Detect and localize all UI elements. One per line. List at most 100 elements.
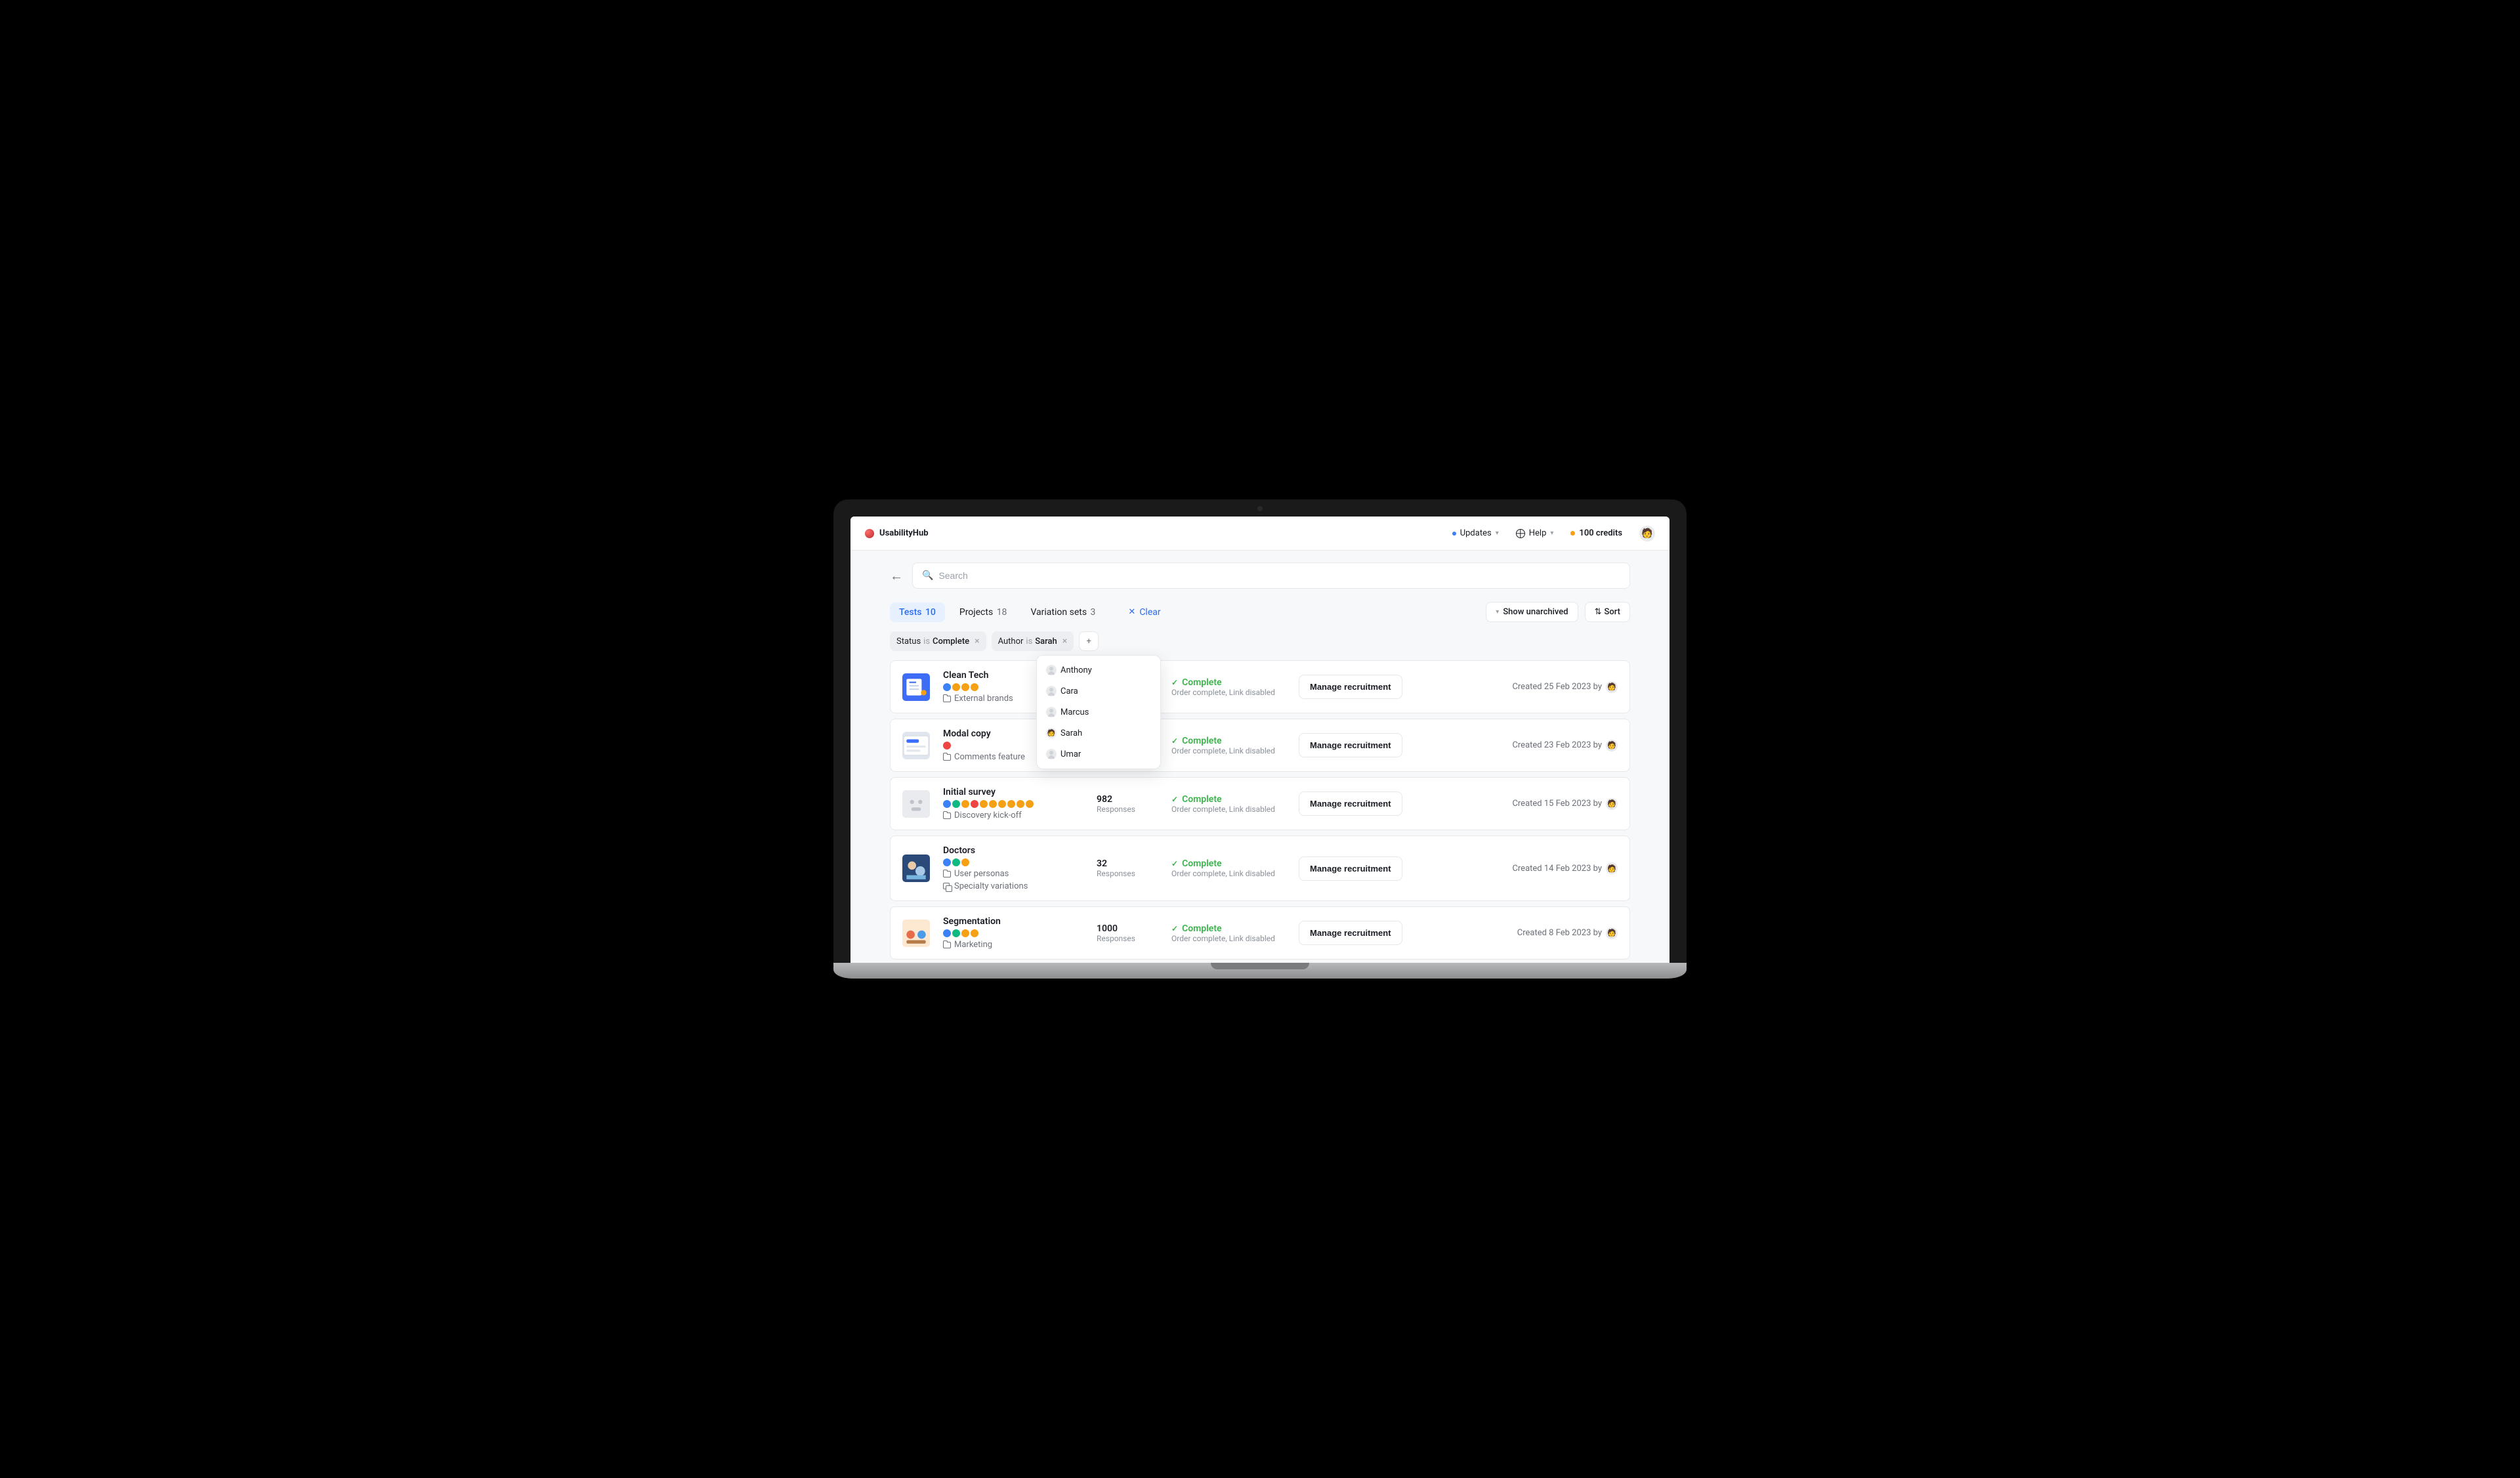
cta-col: Manage recruitment bbox=[1299, 792, 1404, 816]
filter-chip-author[interactable]: Author is Sarah × bbox=[992, 631, 1074, 651]
created-col: Created 8 Feb 2023 by 🧑 bbox=[1413, 927, 1618, 939]
sort-button[interactable]: ⇅ Sort bbox=[1585, 602, 1630, 622]
test-thumbnail bbox=[902, 919, 930, 947]
author-option[interactable]: Umar bbox=[1037, 744, 1160, 765]
search-input[interactable] bbox=[938, 570, 1620, 581]
responses-label: Responses bbox=[1097, 869, 1162, 878]
nav-updates[interactable]: Updates ▾ bbox=[1452, 528, 1499, 538]
created-col: Created 23 Feb 2023 by 🧑 bbox=[1413, 740, 1618, 751]
test-title: Initial survey bbox=[943, 787, 1087, 797]
clear-label: Clear bbox=[1139, 607, 1160, 618]
back-arrow-icon[interactable]: ← bbox=[890, 568, 903, 584]
author-option[interactable]: Marcus bbox=[1037, 702, 1160, 723]
test-type-icon bbox=[943, 858, 951, 866]
credits-dot-icon bbox=[1570, 531, 1575, 536]
manage-recruitment-button[interactable]: Manage recruitment bbox=[1299, 792, 1402, 816]
created-text: Created 8 Feb 2023 by bbox=[1517, 928, 1602, 938]
test-card[interactable]: Segmentation Marketing 1000 Responses ✓ … bbox=[890, 906, 1630, 960]
caret-down-icon: ▾ bbox=[1496, 608, 1499, 616]
folder-icon bbox=[943, 871, 951, 877]
folder-label: Marketing bbox=[954, 940, 992, 950]
author-option[interactable]: Anthony bbox=[1037, 660, 1160, 681]
tab-tests[interactable]: Tests 10 bbox=[890, 602, 945, 622]
clear-filters[interactable]: ✕ Clear bbox=[1128, 607, 1160, 618]
status-col: ✓ Complete Order complete, Link disabled bbox=[1171, 677, 1290, 697]
created-text: Created 14 Feb 2023 by bbox=[1512, 864, 1602, 874]
test-type-icon bbox=[1017, 800, 1024, 808]
test-card[interactable]: Doctors User personas Specialty variatio… bbox=[890, 835, 1630, 901]
nav-credits[interactable]: 100 credits bbox=[1570, 528, 1622, 538]
test-type-icon bbox=[971, 800, 978, 808]
check-icon: ✓ bbox=[1171, 924, 1178, 933]
folder-label: User personas bbox=[954, 869, 1009, 879]
responses-col: 982 Responses bbox=[1097, 794, 1162, 814]
check-icon: ✓ bbox=[1171, 859, 1178, 868]
user-avatar[interactable]: 🧑 bbox=[1639, 526, 1655, 541]
top-right-nav: Updates ▾ Help ▾ 100 credits 🧑 bbox=[1452, 526, 1655, 541]
manage-recruitment-button[interactable]: Manage recruitment bbox=[1299, 921, 1402, 945]
test-type-icon bbox=[961, 929, 969, 937]
test-type-icon bbox=[943, 683, 951, 691]
nav-help[interactable]: Help ▾ bbox=[1516, 528, 1554, 538]
cta-col: Manage recruitment bbox=[1299, 675, 1404, 699]
manage-recruitment-button[interactable]: Manage recruitment bbox=[1299, 856, 1402, 881]
test-card[interactable]: Modal copy Comments feature ✓ Complete O… bbox=[890, 719, 1630, 772]
author-option[interactable]: Cara bbox=[1037, 681, 1160, 702]
folder-icon bbox=[943, 754, 951, 761]
check-icon: ✓ bbox=[1171, 678, 1178, 687]
caret-down-icon: ▾ bbox=[1550, 530, 1553, 537]
author-dropdown: Anthony Cara Marcus 🧑 Sarah bbox=[1036, 655, 1161, 769]
tab-variation-sets[interactable]: Variation sets 3 bbox=[1021, 602, 1104, 622]
tab-projects[interactable]: Projects 18 bbox=[950, 602, 1017, 622]
right-controls: ▾ Show unarchived ⇅ Sort bbox=[1486, 602, 1630, 622]
author-option-label: Anthony bbox=[1060, 665, 1092, 675]
folder-icon bbox=[943, 942, 951, 948]
creator-avatar: 🧑 bbox=[1606, 740, 1618, 751]
test-thumbnail bbox=[902, 673, 930, 701]
check-icon: ✓ bbox=[1171, 795, 1178, 804]
manage-recruitment-button[interactable]: Manage recruitment bbox=[1299, 733, 1402, 757]
search-row: ← 🔍 bbox=[850, 551, 1670, 601]
show-unarchived-button[interactable]: ▾ Show unarchived bbox=[1486, 602, 1578, 622]
status-col: ✓ Complete Order complete, Link disabled bbox=[1171, 736, 1290, 755]
tab-variation-sets-count: 3 bbox=[1091, 607, 1096, 618]
author-option[interactable]: 🧑 Sarah bbox=[1037, 723, 1160, 744]
filter-status-label: Status bbox=[896, 637, 921, 646]
manage-recruitment-button[interactable]: Manage recruitment bbox=[1299, 675, 1402, 699]
folder-icon bbox=[943, 696, 951, 702]
test-title: Segmentation bbox=[943, 916, 1087, 927]
status-sub: Order complete, Link disabled bbox=[1171, 869, 1290, 878]
variation-icon bbox=[943, 883, 951, 891]
test-list: Clean Tech External brands ✓ Complete Or… bbox=[850, 660, 1670, 963]
responses-count: 982 bbox=[1097, 794, 1162, 805]
created-col: Created 15 Feb 2023 by 🧑 bbox=[1413, 798, 1618, 810]
responses-label: Responses bbox=[1097, 934, 1162, 943]
author-option-label: Umar bbox=[1060, 750, 1081, 759]
test-icons bbox=[943, 683, 1041, 691]
remove-filter-icon[interactable]: × bbox=[1062, 636, 1067, 646]
status-label: Complete bbox=[1182, 858, 1222, 869]
test-type-icon bbox=[980, 800, 988, 808]
avatar-icon bbox=[1046, 707, 1057, 717]
avatar-icon: 🧑 bbox=[1046, 728, 1057, 738]
remove-filter-icon[interactable]: × bbox=[975, 636, 979, 646]
test-card[interactable]: Clean Tech External brands ✓ Complete Or… bbox=[890, 660, 1630, 713]
test-type-icon bbox=[952, 858, 960, 866]
test-card[interactable]: Initial survey Discovery kick-off 982 Re… bbox=[890, 777, 1630, 830]
show-unarchived-label: Show unarchived bbox=[1503, 607, 1568, 617]
responses-label: Responses bbox=[1097, 805, 1162, 814]
test-type-icon bbox=[952, 800, 960, 808]
close-icon: ✕ bbox=[1128, 607, 1135, 617]
brand[interactable]: UsabilityHub bbox=[865, 528, 929, 538]
folder-row: User personas bbox=[943, 869, 1087, 879]
test-icons bbox=[943, 800, 1041, 808]
status-col: ✓ Complete Order complete, Link disabled bbox=[1171, 923, 1290, 943]
add-filter-button[interactable]: + bbox=[1079, 631, 1099, 651]
search-icon: 🔍 bbox=[922, 570, 933, 581]
filter-status-value: Complete bbox=[933, 637, 969, 646]
controls-row: Tests 10 Projects 18 Variation sets 3 bbox=[850, 601, 1670, 631]
search-box[interactable]: 🔍 bbox=[912, 562, 1630, 589]
filter-author-label: Author bbox=[998, 637, 1024, 646]
filter-chip-status[interactable]: Status is Complete × bbox=[890, 631, 986, 651]
avatar-icon bbox=[1046, 686, 1057, 696]
